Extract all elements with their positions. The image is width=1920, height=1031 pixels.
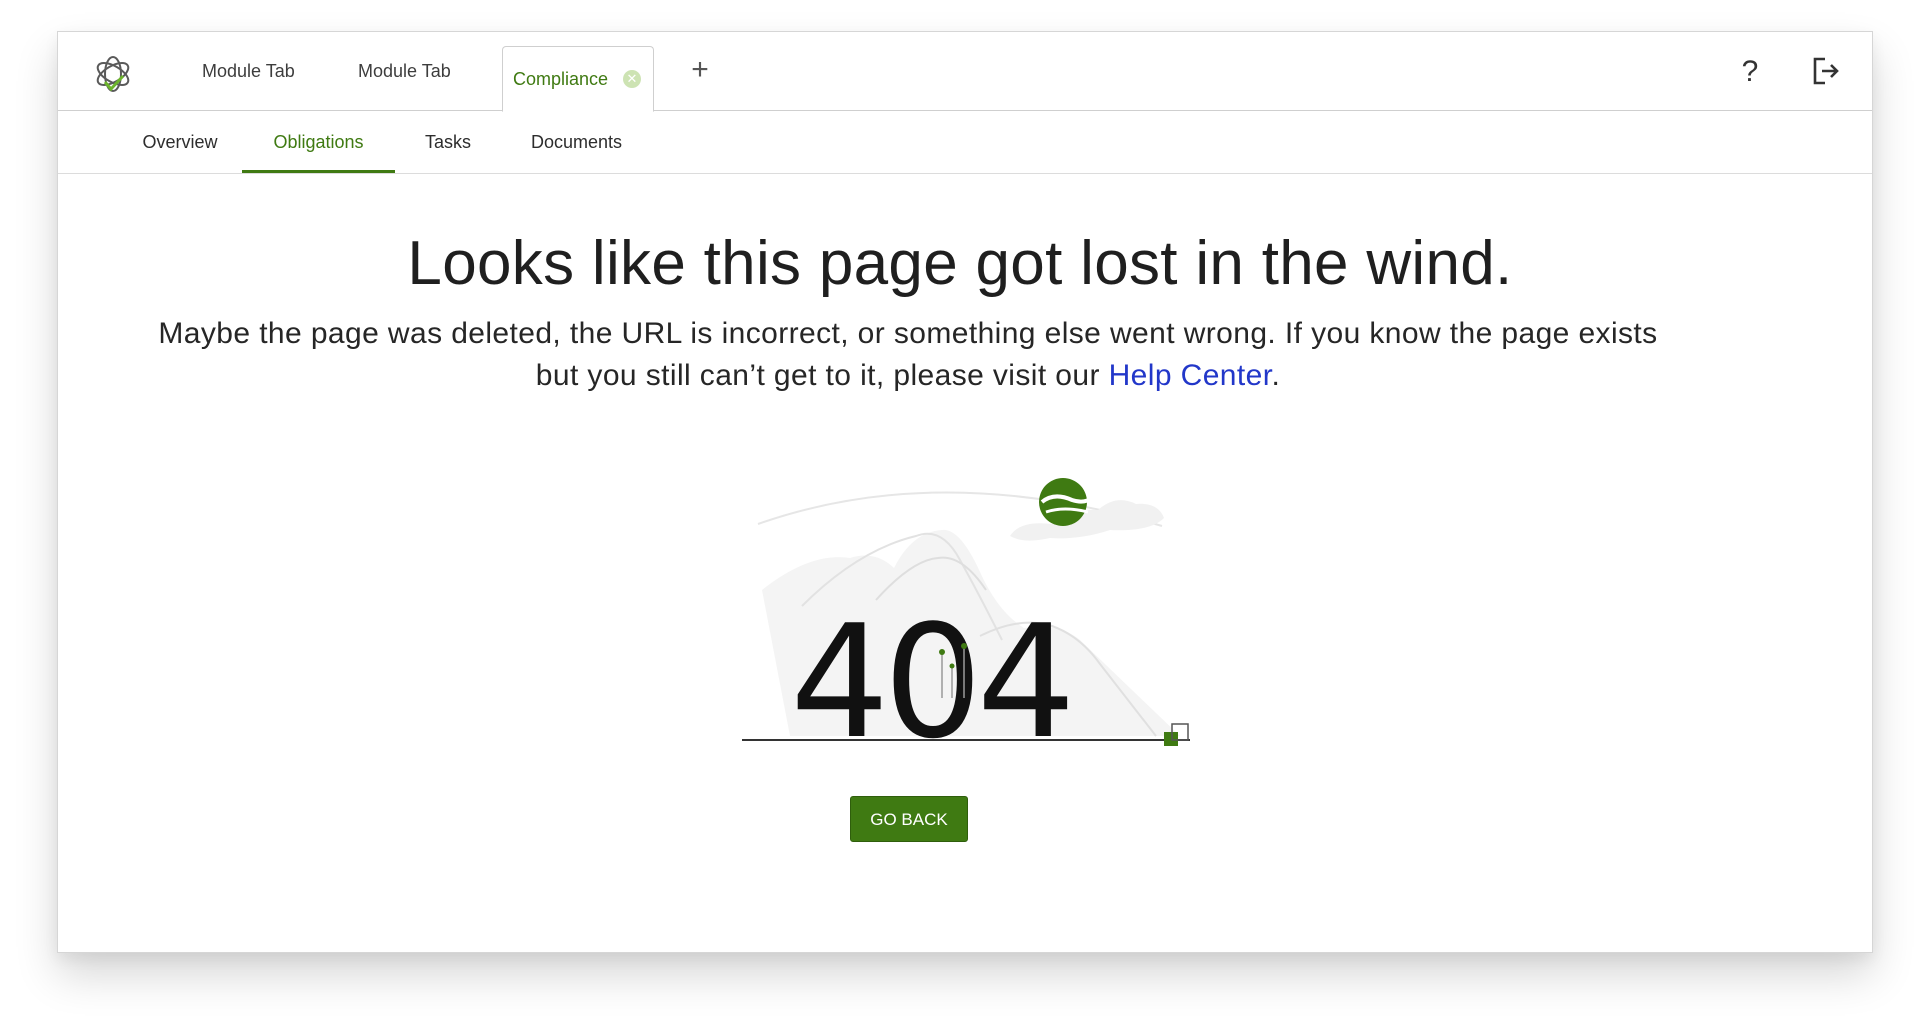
error-message: Maybe the page was deleted, the URL is i… (150, 313, 1666, 397)
tab-compliance[interactable]: Compliance ✕ (502, 46, 654, 112)
help-button[interactable]: ? (1732, 52, 1768, 92)
error-code: 404 (790, 591, 1070, 773)
logout-icon[interactable] (1808, 54, 1842, 88)
question-mark-icon: ? (1741, 55, 1759, 88)
lost-in-wind-illustration: 404 (742, 478, 1190, 773)
error-message-text: Maybe the page was deleted, the URL is i… (158, 317, 1658, 392)
error-headline: Looks like this page got lost in the win… (407, 229, 1513, 298)
subtab-documents[interactable]: Documents (504, 111, 649, 173)
close-icon[interactable]: ✕ (623, 70, 641, 88)
top-tab-bar: Module Tab Module Tab Compliance ✕ + ? (58, 32, 1872, 112)
app-logo-icon[interactable] (91, 52, 135, 96)
subtab-tasks[interactable]: Tasks (408, 111, 488, 173)
tab-compliance-label: Compliance (513, 69, 609, 89)
tab-module-1[interactable]: Module Tab (202, 32, 295, 111)
sub-navigation: Overview Obligations Tasks Documents (58, 111, 1872, 174)
subtab-obligations[interactable]: Obligations (242, 111, 395, 173)
plus-icon: + (691, 53, 709, 86)
error-message-end: . (1271, 359, 1281, 392)
subtab-overview[interactable]: Overview (120, 111, 240, 173)
go-back-button[interactable]: GO BACK (850, 796, 968, 842)
add-tab-button[interactable]: + (684, 54, 716, 86)
help-center-link[interactable]: Help Center (1109, 359, 1272, 392)
box-icon (1164, 732, 1178, 746)
tab-module-2[interactable]: Module Tab (358, 32, 451, 111)
